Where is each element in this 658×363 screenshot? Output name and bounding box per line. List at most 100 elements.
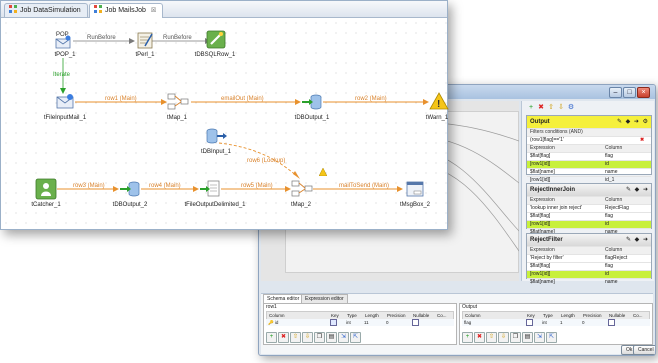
- settings-icon[interactable]: ⚙: [566, 103, 576, 113]
- mapping-row[interactable]: $flat[flag] flag: [527, 152, 651, 160]
- move-up-icon[interactable]: ⇧: [546, 103, 556, 113]
- link-label-row5[interactable]: row5 (Main): [241, 183, 273, 189]
- column-cell[interactable]: RejectFlag: [602, 205, 651, 212]
- tab-job-mailsjob[interactable]: Job MailsJob ☒: [89, 3, 164, 18]
- column-cell[interactable]: flag: [602, 153, 651, 160]
- tdboutput1-label[interactable]: tDBOutput_1: [295, 115, 330, 121]
- close-tab-icon[interactable]: ☒: [151, 8, 156, 14]
- tcatcher-label[interactable]: tCatcher_1: [31, 202, 60, 208]
- mapping-row[interactable]: [row1[id]] id: [527, 220, 651, 228]
- key-checkbox[interactable]: [330, 319, 337, 326]
- cell-length[interactable]: 1: [558, 319, 580, 326]
- import-button[interactable]: ⇲: [338, 332, 349, 343]
- expression-cell[interactable]: [row1[id]]: [527, 271, 602, 278]
- column-cell[interactable]: flag: [602, 263, 651, 270]
- expression-cell[interactable]: [row1[id]]: [527, 161, 602, 168]
- move-down-button[interactable]: ⇩: [302, 332, 313, 343]
- cell-column[interactable]: id: [275, 320, 279, 325]
- tmap1-component-icon[interactable]: [167, 92, 189, 112]
- move-down-button[interactable]: ⇩: [498, 332, 509, 343]
- mapping-row[interactable]: [row1[id]] id: [527, 270, 651, 278]
- paste-button[interactable]: ▤: [326, 332, 337, 343]
- tfileinputmail-label[interactable]: tFileInputMail_1: [44, 115, 86, 121]
- move-up-button[interactable]: ⇧: [486, 332, 497, 343]
- link-label-row2[interactable]: row2 (Main): [355, 96, 387, 102]
- move-down-icon[interactable]: ⇩: [556, 103, 566, 113]
- key-checkbox[interactable]: [526, 319, 533, 326]
- expression-cell[interactable]: [row1[id]]: [527, 221, 602, 228]
- column-cell[interactable]: name: [602, 279, 651, 286]
- remove-output-icon[interactable]: ✖: [536, 103, 546, 113]
- minimize-button[interactable]: –: [609, 87, 622, 98]
- panel-tools-icon[interactable]: ✎ ◆ ➜: [626, 184, 649, 196]
- filter-expression[interactable]: (row1[flag]=='1': [527, 137, 640, 144]
- expression-cell[interactable]: $flat[name]: [527, 169, 602, 176]
- cell-type[interactable]: int: [540, 319, 558, 326]
- delete-row-button[interactable]: ✖: [278, 332, 289, 343]
- link-label-row1[interactable]: row1 (Main): [105, 96, 137, 102]
- column-cell[interactable]: name: [602, 169, 651, 176]
- tmsgbox-component-icon[interactable]: [405, 179, 425, 199]
- tperl-label[interactable]: tPerl_1: [135, 52, 154, 58]
- tdboutput2-component-icon[interactable]: [119, 179, 140, 199]
- tdboutput2-label[interactable]: tDBOutput_2: [113, 202, 148, 208]
- expression-cell[interactable]: $flat[name]: [527, 279, 602, 286]
- filter-expression-row[interactable]: (row1[flag]=='1' ✖: [527, 136, 651, 144]
- add-output-icon[interactable]: +: [526, 103, 536, 113]
- paste-button[interactable]: ▤: [522, 332, 533, 343]
- mapping-row[interactable]: [row1[id]] id: [527, 160, 651, 168]
- reject-filter-header[interactable]: RejectFilter ✎ ◆ ➜: [527, 234, 651, 246]
- tmap1-label[interactable]: tMap_1: [167, 115, 187, 121]
- link-label-row4[interactable]: row4 (Main): [149, 183, 181, 189]
- nullable-checkbox[interactable]: [608, 319, 615, 326]
- tdbinput-component-icon[interactable]: [205, 126, 227, 146]
- tperl-component-icon[interactable]: [135, 30, 155, 50]
- link-label-row6[interactable]: row6 (Lookup): [247, 158, 285, 164]
- mapping-row[interactable]: $flat[name] name: [527, 168, 651, 176]
- tab-job-datasimulation[interactable]: Job DataSimulation: [4, 3, 88, 17]
- cell-column[interactable]: flag: [462, 319, 524, 326]
- schema-right-row[interactable]: flag int 1 0: [462, 319, 650, 326]
- schema-left-row[interactable]: 🔑 id int 11 0: [266, 319, 454, 326]
- link-label-runbefore-2[interactable]: RunBefore: [163, 35, 192, 41]
- tfileinputmail-component-icon[interactable]: [55, 92, 75, 112]
- remove-filter-icon[interactable]: ✖: [640, 137, 644, 144]
- import-button[interactable]: ⇲: [534, 332, 545, 343]
- link-label-runbefore-1[interactable]: RunBefore: [87, 35, 116, 41]
- tfileoutputdelimited-label[interactable]: tFileOutputDelimited_1: [184, 202, 245, 208]
- expression-cell[interactable]: $flat[flag]: [527, 213, 602, 220]
- column-cell[interactable]: id: [602, 271, 651, 278]
- copy-button[interactable]: ❐: [510, 332, 521, 343]
- column-cell[interactable]: id: [602, 161, 651, 168]
- expression-cell[interactable]: $flat[flag]: [527, 153, 602, 160]
- copy-button[interactable]: ❐: [314, 332, 325, 343]
- link-label-iterate[interactable]: Iterate: [53, 72, 70, 78]
- cell-type[interactable]: int: [344, 319, 362, 326]
- move-up-button[interactable]: ⇧: [290, 332, 301, 343]
- tfileoutputdelimited-component-icon[interactable]: [199, 179, 220, 199]
- tdbsqlrow-component-icon[interactable]: [205, 28, 226, 49]
- mapping-row[interactable]: 'lookup inner join reject' RejectFlag: [527, 204, 651, 212]
- tcatcher-component-icon[interactable]: [35, 178, 57, 200]
- reject-inner-join-header[interactable]: RejectInnerJoin ✎ ◆ ➜: [527, 184, 651, 196]
- tdbsqlrow-label[interactable]: tDBSQLRow_1: [195, 52, 236, 58]
- add-row-button[interactable]: +: [266, 332, 277, 343]
- expression-cell[interactable]: $flat[flag]: [527, 263, 602, 270]
- design-canvas[interactable]: POP tPOP_1 tPerl_1 tDBSQLRow_1 tFileInpu…: [1, 18, 449, 229]
- tmsgbox-label[interactable]: tMsgBox_2: [400, 202, 430, 208]
- mapping-row[interactable]: $flat[flag] flag: [527, 262, 651, 270]
- tmap2-component-icon[interactable]: [291, 179, 313, 199]
- cancel-button[interactable]: Cancel: [633, 345, 655, 355]
- export-button[interactable]: ⇱: [350, 332, 361, 343]
- mapping-row[interactable]: 'Reject by filter' flagReject: [527, 254, 651, 262]
- link-label-emailout[interactable]: emailOut (Main): [221, 96, 264, 102]
- twarn-component-icon[interactable]: !: [429, 91, 449, 111]
- expression-cell[interactable]: 'lookup inner join reject': [527, 205, 602, 212]
- tdboutput1-component-icon[interactable]: [301, 92, 322, 112]
- cell-precision[interactable]: 0: [580, 319, 606, 326]
- nullable-checkbox[interactable]: [412, 319, 419, 326]
- add-row-button[interactable]: +: [462, 332, 473, 343]
- link-label-row3[interactable]: row3 (Main): [73, 183, 105, 189]
- tpop-label[interactable]: tPOP_1: [54, 52, 75, 58]
- column-cell[interactable]: id: [602, 221, 651, 228]
